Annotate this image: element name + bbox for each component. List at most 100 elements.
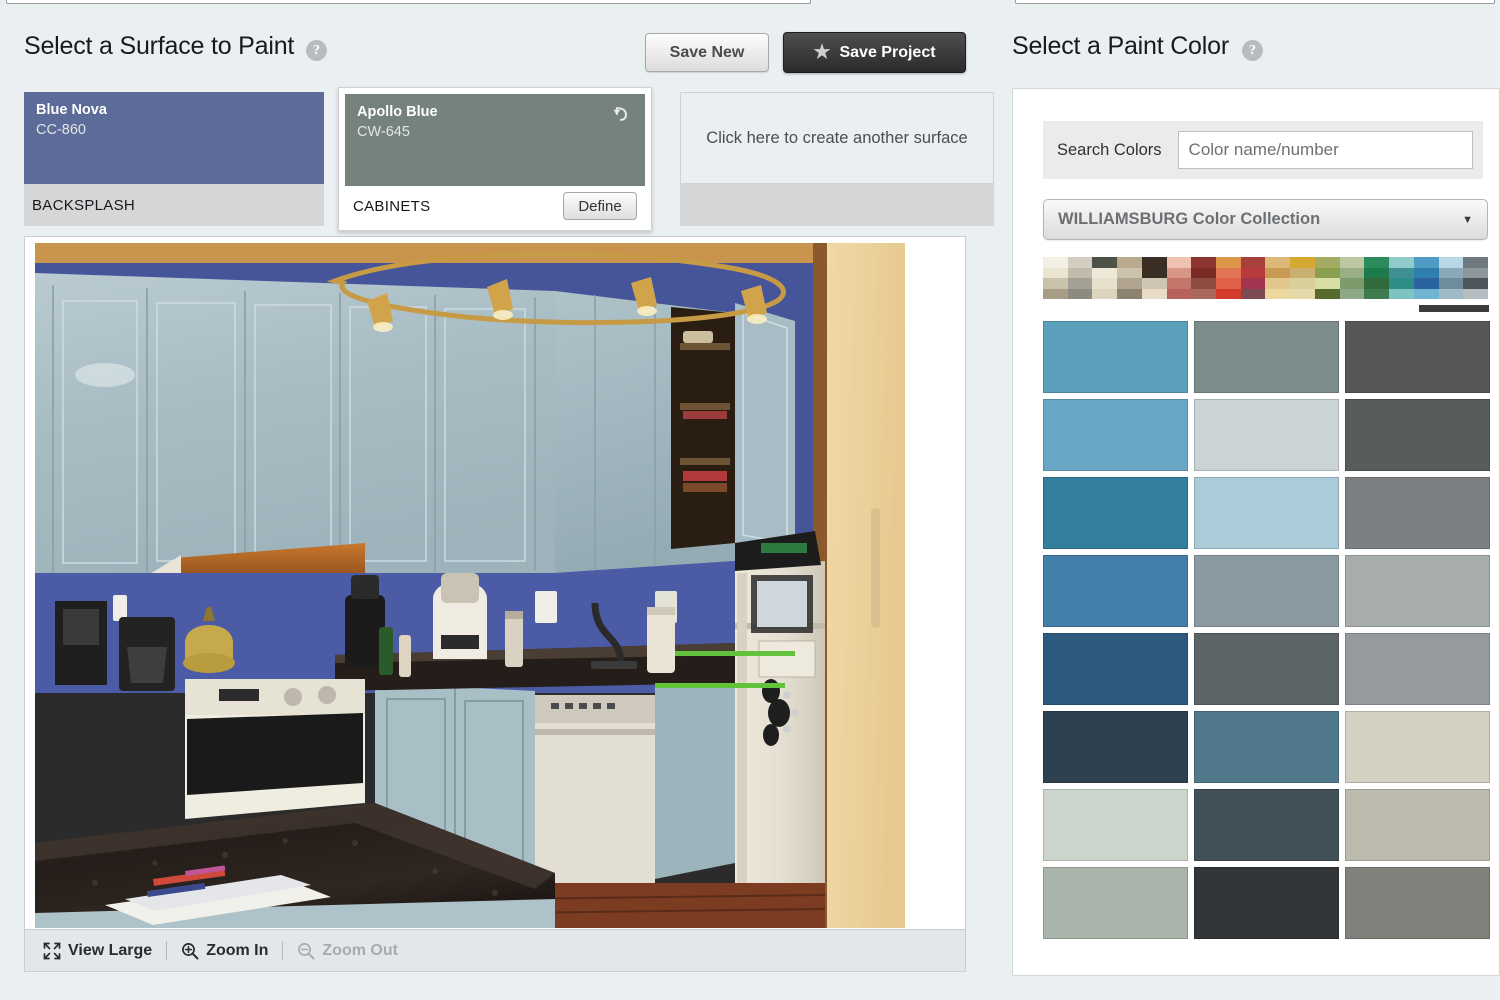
color-swatch[interactable] <box>1043 321 1188 393</box>
color-family-chip <box>1290 278 1315 289</box>
color-swatch[interactable] <box>1345 321 1490 393</box>
color-swatch[interactable] <box>1345 867 1490 939</box>
page-title-color: Select a Paint Color <box>1012 32 1229 60</box>
color-family-column[interactable] <box>1141 257 1167 299</box>
color-family-column[interactable] <box>1463 257 1488 299</box>
color-family-column[interactable] <box>1314 257 1340 299</box>
surface-label-row: BACKSPLASH <box>24 184 324 226</box>
search-colors-label: Search Colors <box>1057 140 1162 159</box>
color-family-chip <box>1141 257 1167 268</box>
zoom-out-button[interactable]: Zoom Out <box>283 942 412 960</box>
color-swatch[interactable] <box>1043 867 1188 939</box>
color-family-chip <box>1067 278 1093 289</box>
color-family-chip <box>1389 267 1414 278</box>
surface-name-label: BACKSPLASH <box>32 196 136 214</box>
surface-tile-backsplash[interactable]: Blue Nova CC-860 BACKSPLASH <box>24 92 324 226</box>
create-surface-tile[interactable]: Click here to create another surface <box>680 92 994 226</box>
color-swatch[interactable] <box>1194 867 1339 939</box>
color-family-chip <box>1216 267 1241 278</box>
color-swatch[interactable] <box>1194 633 1339 705</box>
color-swatch[interactable] <box>1043 633 1188 705</box>
color-swatch[interactable] <box>1345 789 1490 861</box>
color-swatch[interactable] <box>1043 555 1188 627</box>
surface-tile-cabinets[interactable]: Apollo Blue CW-645 CABINETS Define <box>338 87 652 231</box>
color-card: Search Colors WILLIAMSBURG Color Collect… <box>1012 88 1500 976</box>
color-family-strip[interactable] <box>1043 257 1488 299</box>
color-family-chip <box>1166 267 1192 278</box>
color-family-chip <box>1290 288 1315 299</box>
create-surface-inner: Click here to create another surface <box>680 92 994 184</box>
help-icon[interactable]: ? <box>1242 40 1263 61</box>
page-title-surface: Select a Surface to Paint <box>24 32 295 60</box>
search-input[interactable] <box>1177 131 1473 169</box>
color-family-chip <box>1314 278 1340 289</box>
color-collection-select[interactable]: WILLIAMSBURG Color Collection ▼ <box>1043 199 1488 240</box>
save-project-button[interactable]: ★ Save Project <box>783 32 966 73</box>
color-family-column[interactable] <box>1339 257 1365 299</box>
color-swatch[interactable] <box>1043 711 1188 783</box>
save-project-label: Save Project <box>839 43 936 61</box>
view-large-button[interactable]: View Large <box>43 942 166 960</box>
color-family-chip <box>1314 257 1340 268</box>
color-family-chip <box>1191 288 1217 299</box>
color-family-chip <box>1216 288 1241 299</box>
color-family-chip <box>1413 257 1439 268</box>
color-family-chip <box>1265 267 1291 278</box>
color-family-chip <box>1364 267 1390 278</box>
undo-arrow-icon[interactable] <box>611 104 631 124</box>
color-swatch[interactable] <box>1194 477 1339 549</box>
color-family-column[interactable] <box>1117 257 1142 299</box>
color-swatch[interactable] <box>1345 555 1490 627</box>
color-family-chip <box>1364 288 1390 299</box>
surface-label-row: CABINETS Define <box>345 186 645 226</box>
color-family-column[interactable] <box>1265 257 1291 299</box>
help-icon[interactable]: ? <box>306 40 327 61</box>
color-swatch[interactable] <box>1345 477 1490 549</box>
color-family-chip <box>1117 288 1142 299</box>
kitchen-photo[interactable] <box>35 243 905 928</box>
color-family-chip <box>1364 278 1390 289</box>
color-family-chip <box>1265 278 1291 289</box>
save-new-label: Save New <box>669 43 745 61</box>
color-swatch[interactable] <box>1043 789 1188 861</box>
surface-color-name: Blue Nova <box>36 102 107 118</box>
color-family-column[interactable] <box>1240 257 1266 299</box>
color-family-column[interactable] <box>1067 257 1093 299</box>
color-swatch[interactable] <box>1194 399 1339 471</box>
color-swatch[interactable] <box>1043 477 1188 549</box>
zoom-in-button[interactable]: Zoom In <box>167 942 282 960</box>
color-swatch[interactable] <box>1194 321 1339 393</box>
color-swatch[interactable] <box>1043 399 1188 471</box>
color-family-column[interactable] <box>1389 257 1414 299</box>
color-swatch[interactable] <box>1194 789 1339 861</box>
color-swatch[interactable] <box>1194 555 1339 627</box>
color-family-column[interactable] <box>1043 257 1068 299</box>
color-family-chip <box>1240 288 1266 299</box>
color-family-column[interactable] <box>1364 257 1390 299</box>
color-swatch-grid <box>1043 321 1490 939</box>
color-family-column[interactable] <box>1290 257 1315 299</box>
color-family-column[interactable] <box>1191 257 1217 299</box>
color-swatch[interactable] <box>1345 633 1490 705</box>
color-collection-label: WILLIAMSBURG Color Collection <box>1058 210 1321 228</box>
view-large-label: View Large <box>68 941 153 959</box>
color-family-chip <box>1141 267 1167 278</box>
color-family-column[interactable] <box>1166 257 1192 299</box>
color-swatch[interactable] <box>1345 711 1490 783</box>
color-family-column[interactable] <box>1413 257 1439 299</box>
color-family-chip <box>1092 288 1118 299</box>
color-swatch[interactable] <box>1194 711 1339 783</box>
color-family-column[interactable] <box>1092 257 1118 299</box>
color-family-chip <box>1413 288 1439 299</box>
color-swatch[interactable] <box>1345 399 1490 471</box>
color-family-chip <box>1339 278 1365 289</box>
color-family-chip <box>1463 267 1488 278</box>
color-family-chip <box>1166 288 1192 299</box>
save-new-button[interactable]: Save New <box>645 33 769 72</box>
color-family-chip <box>1339 267 1365 278</box>
define-button[interactable]: Define <box>563 192 637 220</box>
color-family-column[interactable] <box>1216 257 1241 299</box>
surface-color-code: CW-645 <box>357 123 410 140</box>
color-family-column[interactable] <box>1438 257 1464 299</box>
color-family-chip <box>1413 278 1439 289</box>
